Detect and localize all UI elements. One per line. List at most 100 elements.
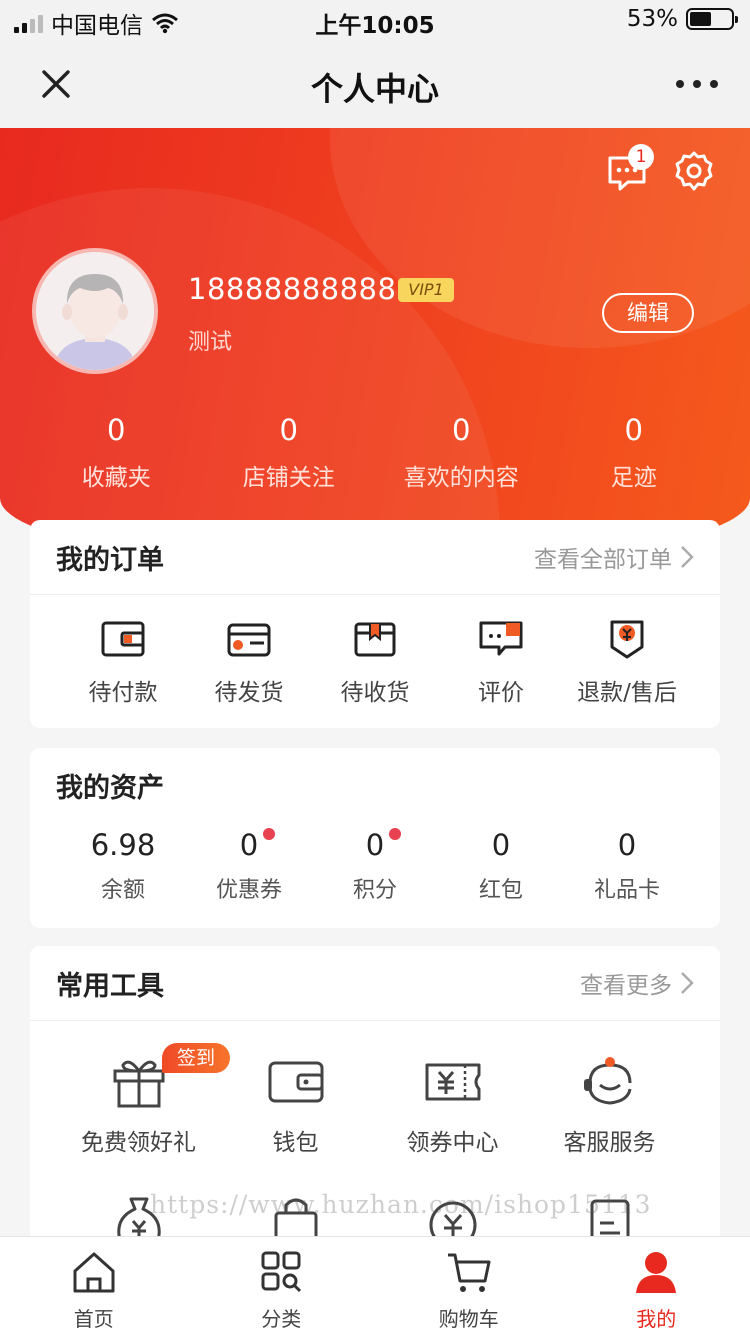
tool-label: 领券中心: [406, 1130, 499, 1156]
wallet-icon: [268, 1061, 323, 1103]
status-bar: 中国电信 上午10:05 53%: [0, 0, 750, 42]
battery-icon: [686, 8, 738, 30]
tool-wallet[interactable]: 钱包: [217, 1055, 374, 1157]
tool-customer-service[interactable]: 客服服务: [531, 1055, 688, 1157]
tool-label: 客服服务: [563, 1130, 656, 1156]
order-label: 退款/售后: [577, 680, 677, 706]
asset-label: 余额: [100, 878, 145, 903]
asset-balance[interactable]: 6.98 余额: [60, 824, 186, 904]
tool-free-gift[interactable]: 签到 免费领好礼: [60, 1043, 230, 1157]
asset-row: 6.98 余额 0 优惠券 0 积分 0 红包 0 礼品卡: [30, 824, 720, 904]
divider: [30, 1020, 720, 1021]
orders-header: 我的订单 查看全部订单: [30, 520, 720, 594]
battery-fill: [690, 12, 712, 26]
user-phone: 18888888888: [188, 272, 397, 306]
edit-button[interactable]: 编辑: [602, 293, 694, 333]
asset-value: 6.98: [90, 828, 156, 862]
stat-favorites[interactable]: 0 收藏夹: [30, 410, 203, 492]
tool-label: 钱包: [272, 1130, 319, 1156]
wallet-icon: [101, 621, 145, 657]
order-label: 待收货: [340, 680, 410, 706]
divider: [30, 594, 720, 595]
orders-card: 我的订单 查看全部订单 待付款 待发货 待收货 评价 退款/售后: [30, 520, 720, 728]
tab-home[interactable]: 首页: [0, 1237, 188, 1334]
user-icon: [636, 1252, 677, 1293]
avatar[interactable]: [32, 248, 158, 374]
view-all-orders-label: 查看全部订单: [534, 547, 672, 573]
order-review[interactable]: 评价: [438, 619, 564, 707]
box-icon: [354, 622, 396, 657]
notification-dot: [389, 828, 401, 840]
asset-label: 红包: [478, 878, 523, 903]
notification-dot: [263, 828, 275, 840]
tab-bar: 首页 分类 购物车 我的: [0, 1236, 750, 1334]
chevron-right-icon: [681, 546, 694, 568]
order-refund[interactable]: 退款/售后: [564, 619, 690, 707]
stat-footprints[interactable]: 0 足迹: [548, 410, 721, 492]
asset-value: 0: [365, 828, 385, 862]
tab-label: 首页: [73, 1307, 114, 1331]
orders-title: 我的订单: [56, 544, 164, 576]
tab-me[interactable]: 我的: [563, 1237, 750, 1334]
card-icon: [227, 623, 271, 657]
order-label: 待发货: [214, 680, 284, 706]
view-more-tools-link[interactable]: 查看更多: [580, 966, 694, 1000]
asset-value: 0: [491, 828, 511, 862]
stat-value: 0: [452, 413, 471, 447]
customer-service-icon: [583, 1057, 631, 1105]
chevron-right-icon: [681, 972, 694, 994]
asset-red-packets[interactable]: 0 红包: [438, 824, 564, 904]
nav-bar: 个人中心: [0, 42, 750, 128]
tool-label: 免费领好礼: [81, 1130, 196, 1156]
profile-header: 1 18888888888 VIP1 测试 编辑 0 收藏夹 0 店铺关注 0 …: [0, 128, 750, 568]
stat-value: 0: [279, 413, 298, 447]
order-label: 待付款: [88, 680, 158, 706]
stat-liked-content[interactable]: 0 喜欢的内容: [375, 410, 548, 492]
assets-title: 我的资产: [56, 772, 164, 804]
order-status-row: 待付款 待发货 待收货 评价 退款/售后: [30, 619, 720, 707]
stat-label: 店铺关注: [242, 465, 335, 491]
status-right: 53%: [626, 6, 738, 32]
asset-label: 积分: [352, 878, 397, 903]
stat-label: 喜欢的内容: [403, 465, 519, 491]
tab-category[interactable]: 分类: [188, 1237, 376, 1334]
stat-shop-follows[interactable]: 0 店铺关注: [203, 410, 376, 492]
assets-card: 我的资产 6.98 余额 0 优惠券 0 积分 0 红包 0 礼品卡: [30, 748, 720, 928]
stat-label: 收藏夹: [81, 465, 151, 491]
watermark: https://www.huzhan.com/ishop15113: [150, 1190, 652, 1219]
asset-gift-cards[interactable]: 0 礼品卡: [564, 824, 690, 904]
order-pending-shipment[interactable]: 待发货: [186, 619, 312, 707]
tab-cart[interactable]: 购物车: [375, 1237, 563, 1334]
battery-percent: 53%: [626, 6, 678, 32]
view-all-orders-link[interactable]: 查看全部订单: [534, 540, 694, 574]
tab-label: 购物车: [438, 1307, 499, 1331]
stat-value: 0: [107, 413, 126, 447]
stat-value: 0: [624, 413, 643, 447]
tool-coupon-center[interactable]: 领券中心: [374, 1055, 531, 1157]
tab-label: 分类: [261, 1307, 302, 1331]
order-pending-payment[interactable]: 待付款: [60, 619, 186, 707]
asset-coupons[interactable]: 0 优惠券: [186, 824, 312, 904]
refund-icon: [610, 620, 644, 659]
coupon-icon: [425, 1063, 480, 1101]
tools-header: 常用工具 查看更多: [30, 946, 720, 1020]
more-dots-icon[interactable]: [674, 72, 720, 96]
avatar-illustration: [36, 252, 154, 370]
gift-icon: [113, 1060, 164, 1108]
asset-label: 礼品卡: [593, 878, 660, 903]
view-more-label: 查看更多: [580, 973, 672, 999]
tab-label: 我的: [636, 1307, 677, 1331]
tools-title: 常用工具: [56, 970, 164, 1002]
gear-icon[interactable]: [673, 150, 715, 192]
order-label: 评价: [478, 680, 524, 706]
stat-label: 足迹: [610, 465, 657, 491]
home-icon: [73, 1252, 115, 1293]
cart-icon: [447, 1253, 491, 1292]
tool-row: 签到 免费领好礼 钱包 领券中心 客服服务: [30, 1043, 720, 1157]
order-pending-receipt[interactable]: 待收货: [312, 619, 438, 707]
vip-badge: VIP1: [398, 278, 454, 302]
asset-value: 0: [617, 828, 637, 862]
profile-stats: 0 收藏夹 0 店铺关注 0 喜欢的内容 0 足迹: [30, 410, 720, 492]
page-title: 个人中心: [310, 70, 439, 108]
asset-points[interactable]: 0 积分: [312, 824, 438, 904]
